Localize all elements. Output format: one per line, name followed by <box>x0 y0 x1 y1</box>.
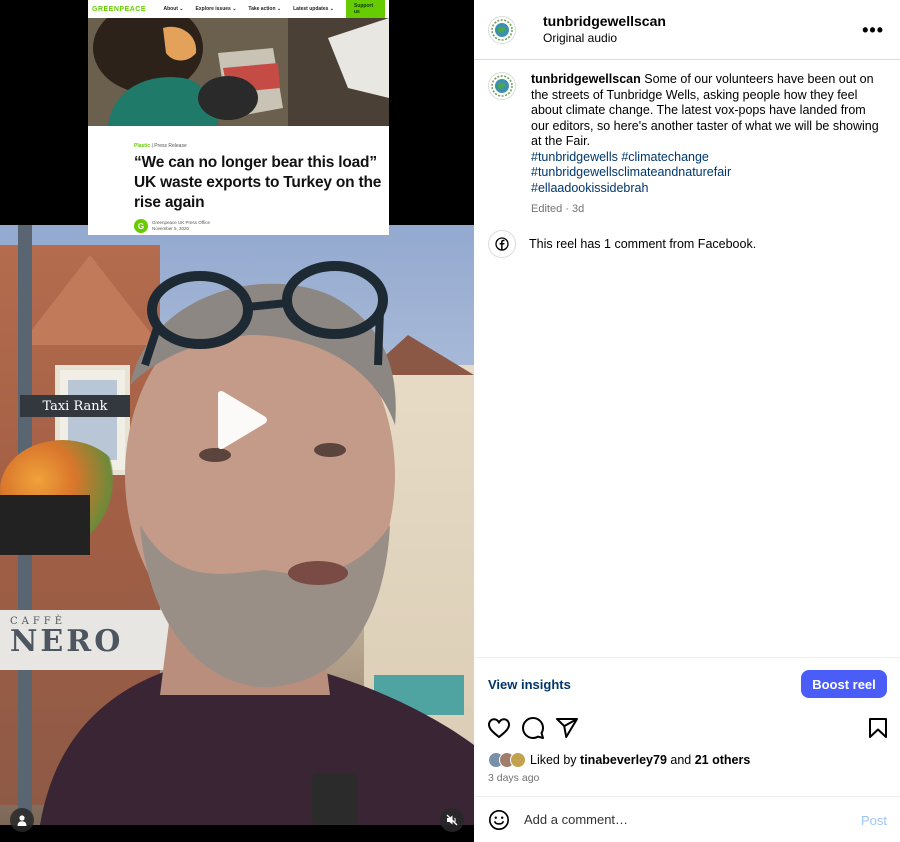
greenpeace-nav: GREENPEACE About ⌄ Explore issues ⌄ Take… <box>88 0 389 19</box>
liker-avatar[interactable] <box>510 752 526 768</box>
article-body: Plastic | Press Release “We can no longe… <box>134 143 384 233</box>
globe-logo-icon <box>491 75 513 97</box>
comment-input[interactable] <box>524 812 824 827</box>
greenpeace-logo: GREENPEACE <box>92 5 147 13</box>
article-hero-image <box>88 18 389 126</box>
comment-bar: Post <box>474 796 900 842</box>
gp-nav-action: Take action ⌄ <box>248 6 282 12</box>
hashtag-ella[interactable]: #ellaadookissidebrah <box>531 181 881 197</box>
heart-icon[interactable] <box>487 716 511 740</box>
person-icon <box>17 815 27 826</box>
post-header: tunbridgewellscan Original audio ••• <box>474 0 900 60</box>
likes-and: and <box>670 753 692 767</box>
article-title: “We can no longer bear this load” UK was… <box>134 154 382 211</box>
facebook-note-text: This reel has 1 comment from Facebook. <box>529 237 757 251</box>
share-icon[interactable] <box>555 716 579 740</box>
article-overlay: GREENPEACE About ⌄ Explore issues ⌄ Take… <box>88 0 389 235</box>
article-date: November 5, 2020 <box>152 226 190 231</box>
caption-username[interactable]: tunbridgewellscan <box>531 72 641 86</box>
comment-icon[interactable] <box>521 716 545 740</box>
gp-nav-explore: Explore issues ⌄ <box>195 6 237 12</box>
muted-speaker-icon <box>446 814 458 826</box>
caption-avatar[interactable] <box>488 72 516 100</box>
facebook-comments-note: This reel has 1 comment from Facebook. <box>488 230 756 258</box>
likes-prefix: Liked by <box>530 753 577 767</box>
caption-meta: Edited · 3d <box>531 203 585 215</box>
account-avatar[interactable] <box>488 15 516 44</box>
more-options-icon[interactable]: ••• <box>862 20 884 41</box>
video-frame: Taxi Rank CAFFÈ NERO <box>0 225 474 825</box>
play-icon[interactable] <box>212 390 268 450</box>
action-bar <box>474 716 900 742</box>
likes-text: Liked by tinabeverley79 and 21 others <box>530 753 750 767</box>
caption: tunbridgewellscan Some of our volunteers… <box>488 72 888 218</box>
gp-nav-updates: Latest updates ⌄ <box>293 6 334 12</box>
article-author-row: G Greenpeace UK Press Office November 5,… <box>134 219 384 233</box>
article-tags: Plastic | Press Release <box>134 143 187 149</box>
likes-row: Liked by tinabeverley79 and 21 others <box>488 752 750 768</box>
interviewee <box>40 261 474 825</box>
article-category: Plastic <box>134 143 151 149</box>
header-username[interactable]: tunbridgewellscan <box>543 13 666 29</box>
greenpeace-avatar: G <box>134 219 148 233</box>
likes-others-link[interactable]: 21 others <box>695 753 751 767</box>
gp-support-button: Support us <box>345 0 385 19</box>
post-comment-button[interactable]: Post <box>861 813 887 828</box>
view-insights-link[interactable]: View insights <box>488 677 571 692</box>
facebook-icon <box>488 230 516 258</box>
insights-bar: View insights Boost reel <box>474 657 900 707</box>
hashtags-line[interactable]: #tunbridgewells #climatechange <box>531 150 881 166</box>
hashtag-fair[interactable]: #tunbridgewellsclimateandnaturefair <box>531 165 881 181</box>
boost-reel-button[interactable]: Boost reel <box>801 670 887 698</box>
original-audio-link[interactable]: Original audio <box>543 31 666 46</box>
post-timestamp: 3 days ago <box>488 772 540 784</box>
article-type: Press Release <box>154 143 187 149</box>
save-icon[interactable] <box>866 716 890 740</box>
reel-video[interactable]: Taxi Rank CAFFÈ NERO GREENPEACE About ⌄ … <box>0 0 474 842</box>
mute-button[interactable] <box>440 808 464 832</box>
globe-logo-icon <box>491 18 513 41</box>
tagged-users-button[interactable] <box>10 808 34 832</box>
emoji-icon[interactable] <box>488 809 510 831</box>
post-panel: tunbridgewellscan Original audio ••• tun… <box>474 0 900 842</box>
gp-nav-about: About ⌄ <box>163 6 184 12</box>
liker-username[interactable]: tinabeverley79 <box>580 753 667 767</box>
